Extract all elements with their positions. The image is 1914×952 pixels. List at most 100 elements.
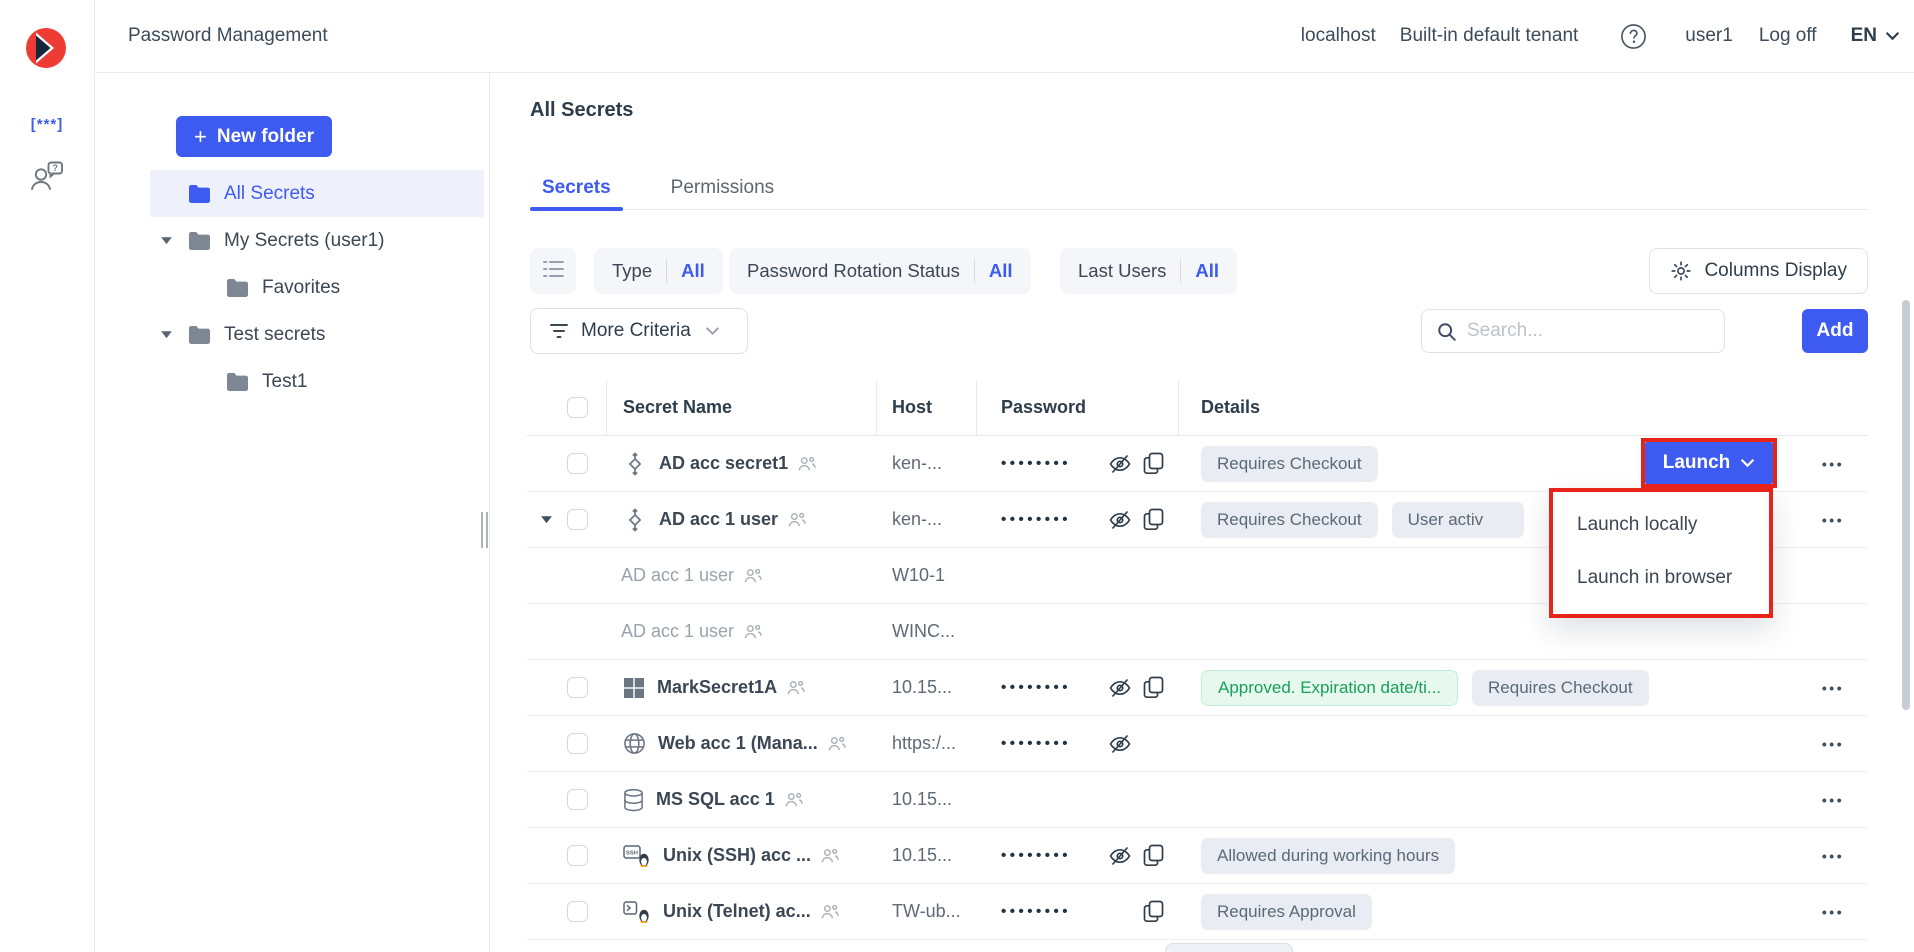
search-input[interactable] xyxy=(1467,320,1712,342)
help-icon[interactable] xyxy=(1620,23,1647,50)
columns-display-button[interactable]: Columns Display xyxy=(1649,248,1868,294)
status-badge: Requires Approval xyxy=(1201,894,1372,930)
host-label: localhost xyxy=(1301,25,1376,47)
more-criteria-button[interactable]: More Criteria xyxy=(530,308,748,354)
secret-name[interactable]: AD acc 1 user xyxy=(659,509,778,530)
copy-icon[interactable] xyxy=(1143,844,1179,867)
tenant-label[interactable]: Built-in default tenant xyxy=(1400,25,1579,47)
tab-permissions[interactable]: Permissions xyxy=(659,169,786,209)
left-icon-rail: [***] ? xyxy=(0,0,95,952)
launch-menu-item[interactable]: Launch locally xyxy=(1553,498,1769,551)
copy-icon[interactable] xyxy=(1143,900,1179,923)
tree-item[interactable]: My Secrets (user1) xyxy=(150,217,484,264)
caret-down-icon[interactable] xyxy=(160,330,177,339)
host-value: ken-... xyxy=(892,453,942,474)
caret-down-icon[interactable] xyxy=(160,236,177,245)
filter-icon xyxy=(549,322,569,340)
row-actions-menu[interactable]: ••• xyxy=(1822,512,1844,528)
copy-icon[interactable] xyxy=(1143,452,1179,475)
secret-name[interactable]: Web acc 1 (Mana... xyxy=(658,733,818,754)
row-actions-menu[interactable]: ••• xyxy=(1822,792,1844,808)
rail-item-user-requests[interactable]: ? xyxy=(0,160,94,197)
table-row: Web acc 1 (Mana...https:/...••••••••••• xyxy=(527,716,1868,772)
row-checkbox[interactable] xyxy=(567,845,588,866)
tree-item[interactable]: Test1 xyxy=(150,358,484,405)
secret-name[interactable]: MarkSecret1A xyxy=(657,677,777,698)
search-box xyxy=(1421,309,1725,353)
windows-icon xyxy=(623,677,645,699)
row-checkbox[interactable] xyxy=(567,677,588,698)
folder-icon xyxy=(189,326,210,344)
copy-icon[interactable] xyxy=(1143,676,1179,699)
folder-icon xyxy=(227,373,248,391)
shared-user-icon xyxy=(788,512,806,528)
view-toggle-button[interactable] xyxy=(530,248,576,294)
row-checkbox[interactable] xyxy=(567,789,588,810)
app-logo-icon[interactable] xyxy=(25,27,67,69)
select-all-checkbox[interactable] xyxy=(567,397,588,418)
filter-type[interactable]: Type All xyxy=(594,248,723,294)
host-value: 10.15... xyxy=(892,789,952,810)
chevron-down-icon xyxy=(705,326,720,336)
row-checkbox[interactable] xyxy=(567,509,588,530)
secret-name[interactable]: Unix (Telnet) ac... xyxy=(663,901,811,922)
filter-row-1: Type All Password Rotation Status All La… xyxy=(530,248,1868,294)
telnet-icon xyxy=(623,900,651,924)
shared-user-icon xyxy=(821,904,839,920)
rail-item-passwords[interactable]: [***] xyxy=(0,116,94,133)
logoff-link[interactable]: Log off xyxy=(1759,25,1817,47)
tree-item[interactable]: All Secrets xyxy=(150,170,484,217)
password-mask: •••••••• xyxy=(1001,679,1108,696)
launch-button[interactable]: Launch xyxy=(1645,442,1773,484)
table-row: MarkSecret1A10.15...••••••••Approved. Ex… xyxy=(527,660,1868,716)
shared-user-icon xyxy=(744,624,762,640)
caret-down-icon[interactable] xyxy=(540,515,553,524)
table-header-row: Secret Name Host Password Details xyxy=(527,380,1868,436)
secret-name[interactable]: AD acc secret1 xyxy=(659,453,788,474)
ad-icon xyxy=(623,452,647,476)
password-mask: •••••••• xyxy=(1001,903,1108,920)
filter-rotation-status[interactable]: Password Rotation Status All xyxy=(729,248,1031,294)
launch-menu-item[interactable]: Launch in browser xyxy=(1553,551,1769,604)
gear-icon xyxy=(1670,260,1692,282)
eye-off-icon[interactable] xyxy=(1108,676,1144,700)
tree-item[interactable]: Test secrets xyxy=(150,311,484,358)
password-mask: •••••••• xyxy=(1001,455,1108,472)
tree-item[interactable]: Favorites xyxy=(150,264,484,311)
status-badge: Requires Checkout xyxy=(1201,502,1378,538)
password-mask: •••••••• xyxy=(1001,847,1108,864)
search-icon xyxy=(1436,321,1457,342)
host-value: ken-... xyxy=(892,509,942,530)
row-checkbox[interactable] xyxy=(567,733,588,754)
secret-name[interactable]: MS SQL acc 1 xyxy=(656,789,775,810)
host-value: 10.15... xyxy=(892,845,952,866)
tab-secrets[interactable]: Secrets xyxy=(530,169,623,209)
secret-name[interactable]: Unix (SSH) acc ... xyxy=(663,845,811,866)
new-folder-button[interactable]: + New folder xyxy=(176,116,332,157)
row-actions-menu[interactable]: ••• xyxy=(1822,736,1844,752)
vertical-scrollbar[interactable] xyxy=(1902,300,1910,710)
username[interactable]: user1 xyxy=(1685,25,1733,47)
filter-last-users[interactable]: Last Users All xyxy=(1060,248,1237,294)
table-row: Unix (Telnet) ac...TW-ub...••••••••Requi… xyxy=(527,884,1868,940)
eye-off-icon[interactable] xyxy=(1108,732,1144,756)
shared-user-icon xyxy=(744,568,762,584)
svg-text:?: ? xyxy=(52,163,58,173)
row-actions-menu[interactable]: ••• xyxy=(1822,456,1844,472)
add-button[interactable]: Add xyxy=(1802,309,1868,353)
row-actions-menu[interactable]: ••• xyxy=(1822,680,1844,696)
tree-item-label: My Secrets (user1) xyxy=(224,230,384,252)
copy-icon[interactable] xyxy=(1143,508,1179,531)
eye-off-icon[interactable] xyxy=(1108,508,1144,532)
eye-off-icon[interactable] xyxy=(1108,844,1144,868)
row-checkbox[interactable] xyxy=(567,901,588,922)
chevron-down-icon xyxy=(1885,31,1900,41)
ad-icon xyxy=(623,508,647,532)
row-actions-menu[interactable]: ••• xyxy=(1822,848,1844,864)
language-selector[interactable]: EN xyxy=(1851,25,1900,47)
chevron-down-icon xyxy=(1740,458,1755,468)
folder-icon xyxy=(189,185,210,203)
row-checkbox[interactable] xyxy=(567,453,588,474)
row-actions-menu[interactable]: ••• xyxy=(1822,904,1844,920)
eye-off-icon[interactable] xyxy=(1108,452,1144,476)
